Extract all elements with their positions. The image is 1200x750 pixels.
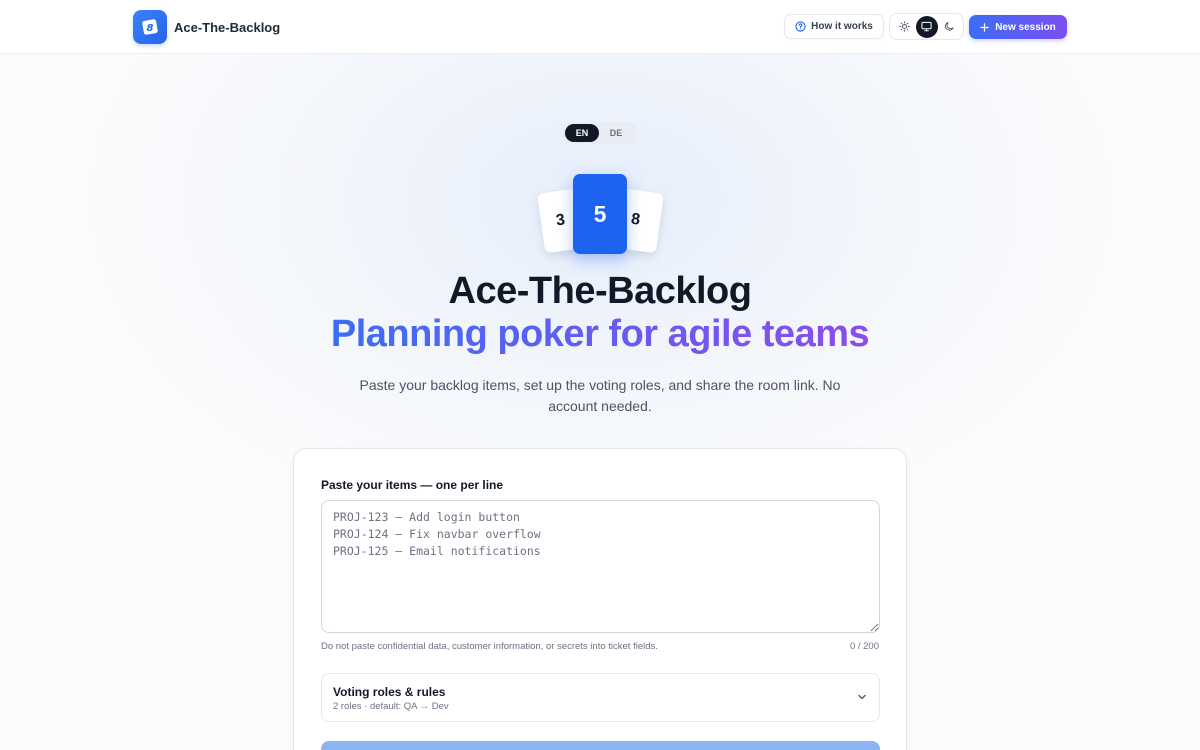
item-counter: 0 / 200 [849, 641, 879, 652]
new-session-label: New session [995, 21, 1056, 33]
moon-icon [944, 22, 953, 31]
plus-icon [980, 22, 989, 32]
theme-light-button[interactable] [893, 16, 915, 38]
logo-icon: 8 [133, 10, 167, 44]
brand-name: Ace-The-Backlog [174, 19, 281, 35]
monitor-icon [921, 21, 932, 32]
hero-description: Paste your backlog items, set up the vot… [359, 377, 841, 414]
theme-dark-button[interactable] [938, 16, 960, 38]
help-circle-icon [795, 21, 806, 32]
hero-subtitle: Planning poker for agile teams [0, 313, 1200, 356]
lang-option-en[interactable]: EN [565, 124, 599, 142]
voting-roles-accordion[interactable]: Voting roles & rules 2 roles · default: … [321, 673, 880, 722]
start-session-button[interactable] [321, 741, 880, 750]
language-toggle: EN DE [563, 122, 637, 144]
hero-subtitle-text: Planning poker for agile teams [330, 313, 870, 355]
brand-link[interactable]: 8 Ace-The-Backlog [133, 10, 280, 44]
voting-roles-summary: 2 roles · default: QA → Dev [333, 701, 449, 712]
items-label: Paste your items — one per line [321, 478, 504, 492]
svg-text:8: 8 [147, 23, 154, 34]
hero-title: Ace-The-Backlog [448, 270, 752, 312]
how-it-works-label: How it works [811, 21, 873, 32]
chevron-down-icon [858, 694, 866, 700]
items-textarea[interactable] [321, 500, 880, 633]
privacy-hint: Do not paste confidential data, customer… [321, 641, 658, 652]
top-bar: 8 Ace-The-Backlog How it works New sessi… [0, 0, 1200, 54]
theme-system-button[interactable] [915, 15, 938, 38]
poker-card-center: 5 [573, 174, 627, 254]
voting-roles-title: Voting roles & rules [333, 685, 446, 699]
how-it-works-button[interactable]: How it works [784, 14, 884, 39]
sun-icon [898, 21, 910, 32]
new-session-button[interactable]: New session [969, 15, 1067, 39]
lang-option-de[interactable]: DE [599, 124, 633, 142]
theme-switcher [889, 13, 964, 40]
create-session-panel: Paste your items — one per line Do not p… [293, 448, 907, 750]
